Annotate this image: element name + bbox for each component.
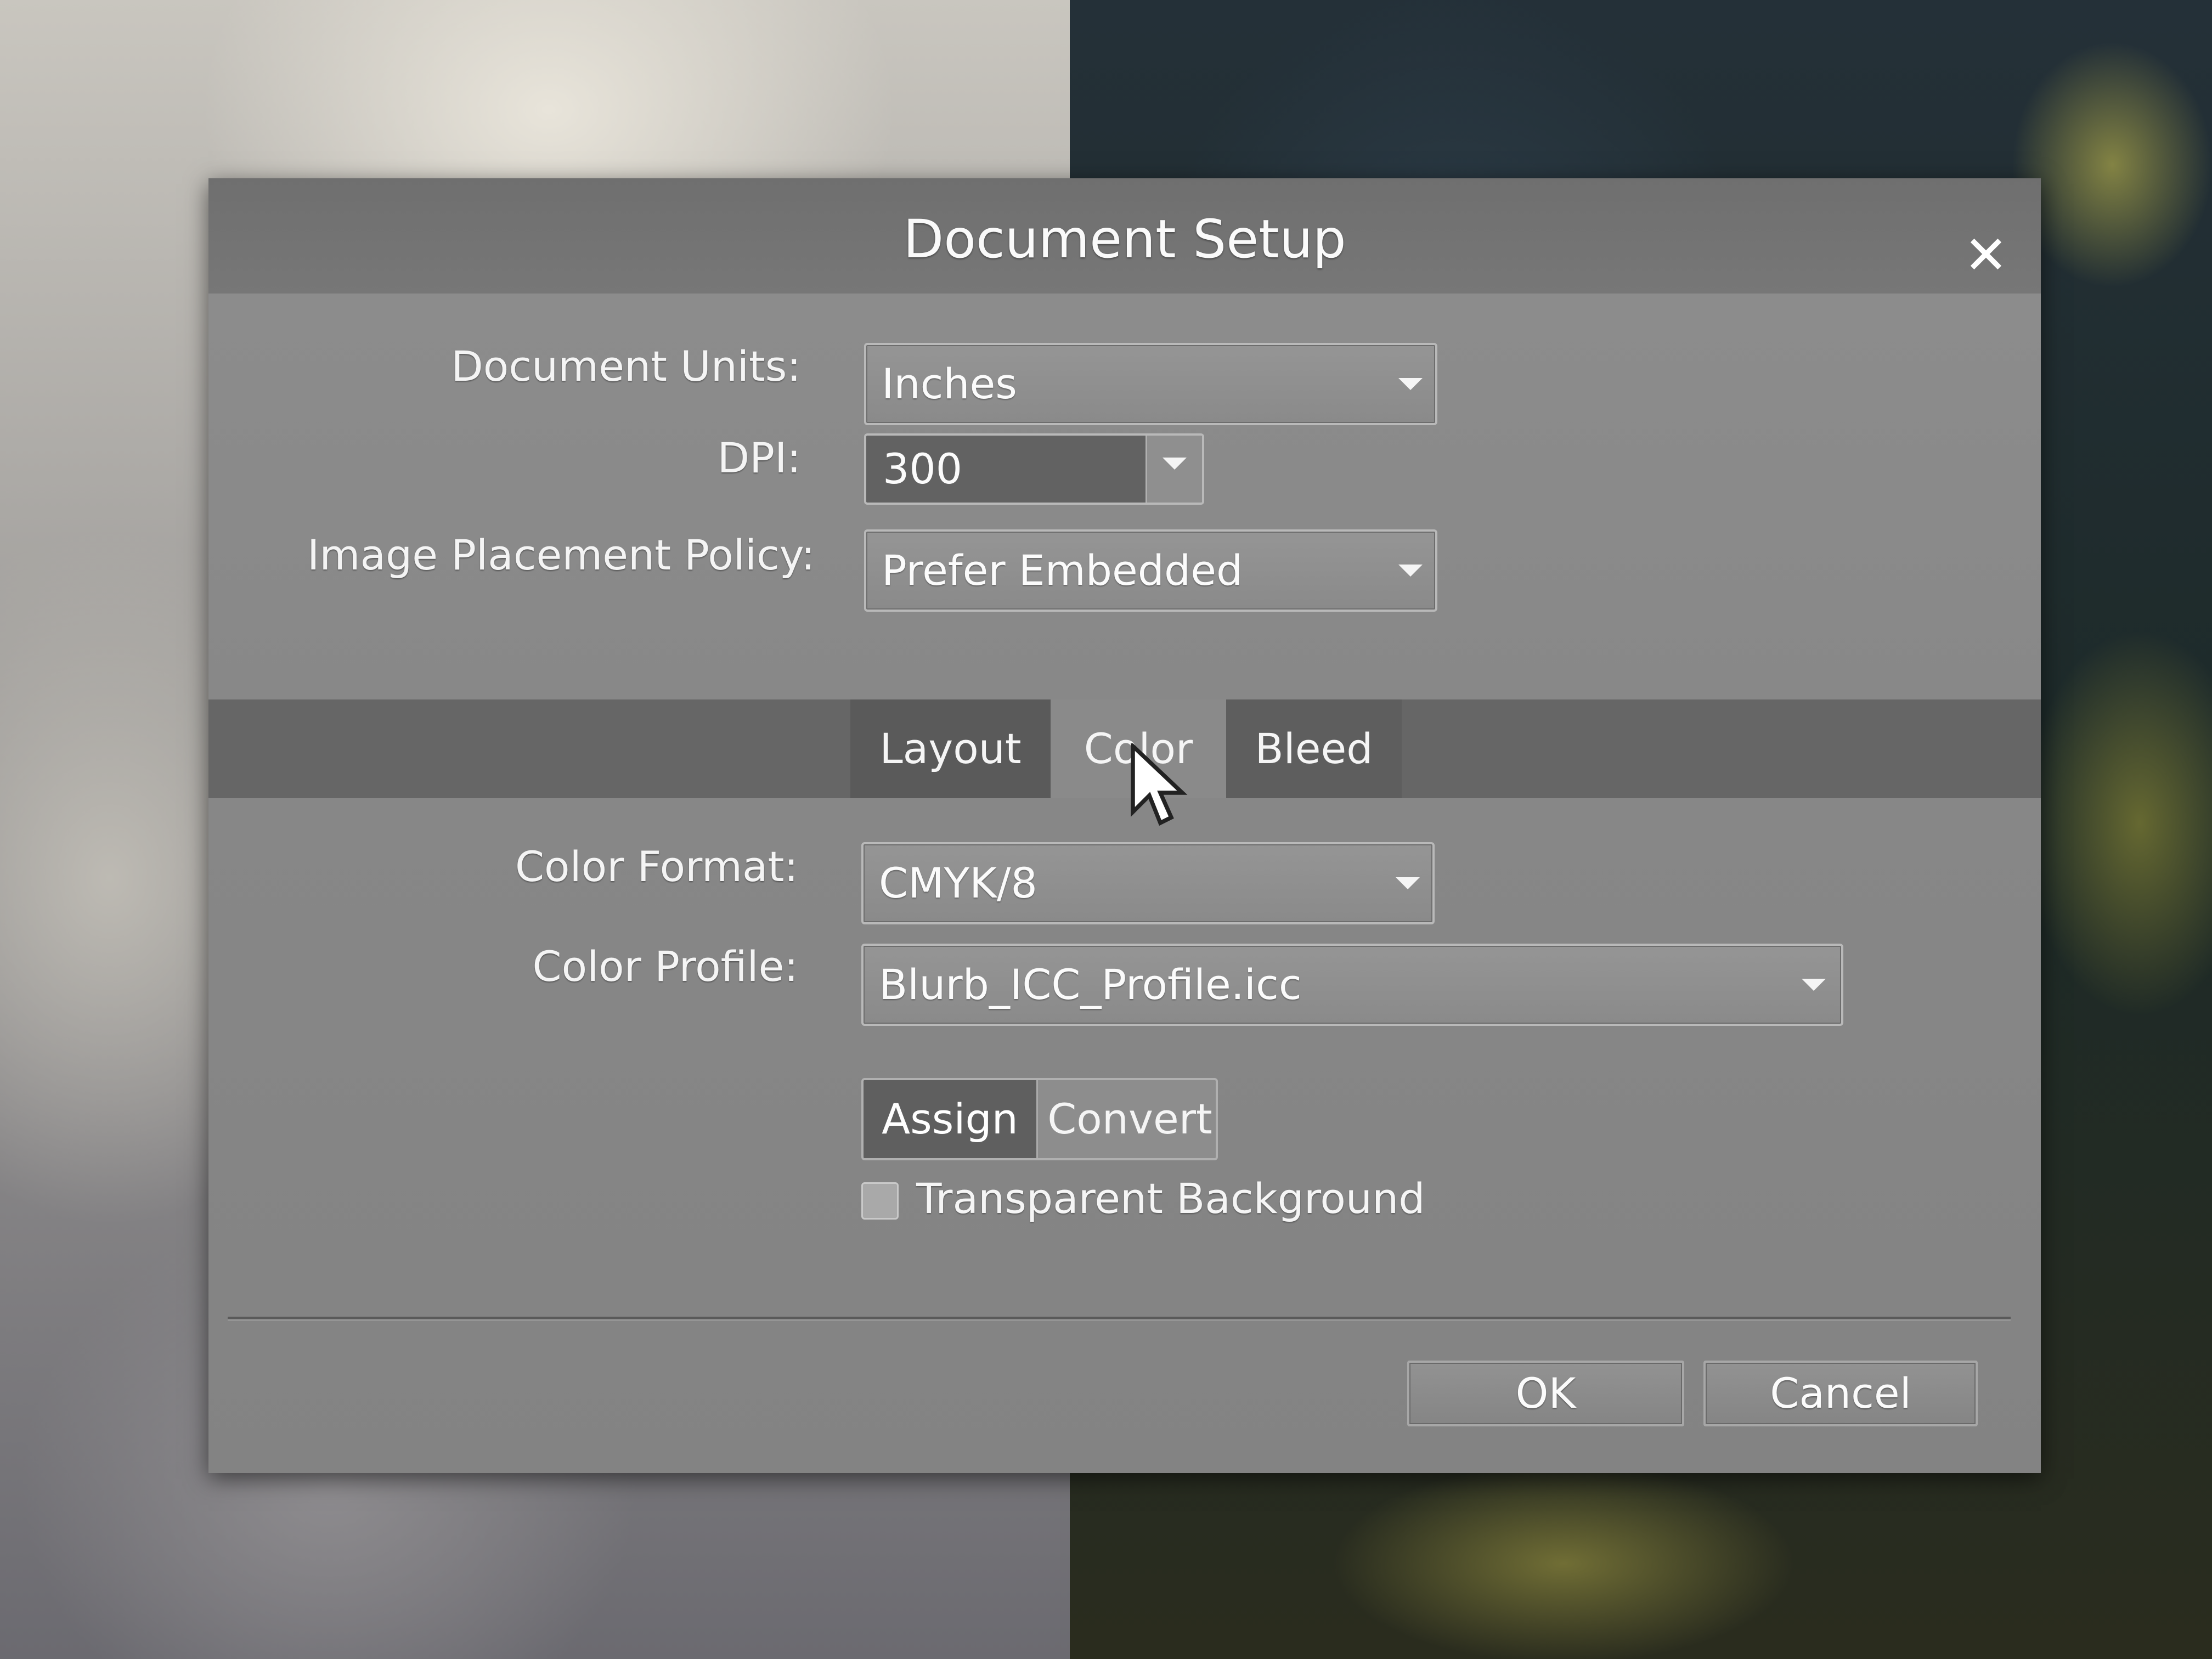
image-placement-policy-dropdown[interactable]: Prefer Embedded	[864, 529, 1437, 612]
document-setup-dialog: Document Setup ✕ Document Units: Inches …	[208, 178, 2041, 1473]
dpi-label: DPI:	[717, 433, 801, 482]
transparent-background-label[interactable]: Transparent Background	[916, 1174, 1425, 1223]
image-placement-policy-value: Prefer Embedded	[882, 546, 1243, 595]
tab-layout[interactable]: Layout	[850, 699, 1051, 798]
assign-button[interactable]: Assign	[864, 1080, 1036, 1158]
mouse-cursor-icon	[1131, 743, 1188, 826]
image-placement-policy-label: Image Placement Policy:	[307, 531, 815, 579]
dialog-title: Document Setup	[903, 208, 1346, 270]
chevron-down-icon	[1398, 565, 1423, 577]
color-format-label: Color Format:	[515, 842, 798, 891]
chevron-down-icon	[1802, 979, 1826, 991]
close-icon[interactable]: ✕	[1961, 229, 2011, 281]
chevron-down-icon	[1398, 378, 1423, 390]
document-units-value: Inches	[882, 359, 1017, 408]
ok-button[interactable]: OK	[1407, 1361, 1684, 1426]
dpi-combobox[interactable]: 300	[864, 433, 1204, 505]
profile-mode-segmented-control: Assign Convert	[861, 1078, 1218, 1160]
color-profile-value: Blurb_ICC_Profile.icc	[879, 960, 1302, 1009]
tab-bar: Layout Color Bleed	[208, 699, 2041, 798]
dialog-titlebar: Document Setup ✕	[208, 178, 2041, 294]
transparent-background-checkbox[interactable]	[861, 1182, 899, 1220]
color-format-value: CMYK/8	[879, 859, 1037, 907]
footer-divider	[228, 1317, 2011, 1321]
color-format-dropdown[interactable]: CMYK/8	[861, 842, 1435, 924]
cancel-button[interactable]: Cancel	[1703, 1361, 1978, 1426]
convert-button[interactable]: Convert	[1036, 1080, 1216, 1158]
dpi-dropdown-button[interactable]	[1146, 436, 1202, 503]
chevron-down-icon	[1163, 458, 1187, 470]
document-units-label: Document Units:	[451, 342, 801, 391]
color-profile-label: Color Profile:	[532, 942, 799, 991]
chevron-down-icon	[1396, 877, 1420, 889]
tab-bleed[interactable]: Bleed	[1226, 699, 1402, 798]
dpi-value: 300	[883, 444, 963, 493]
document-units-dropdown[interactable]: Inches	[864, 343, 1437, 425]
color-profile-dropdown[interactable]: Blurb_ICC_Profile.icc	[861, 944, 1843, 1026]
